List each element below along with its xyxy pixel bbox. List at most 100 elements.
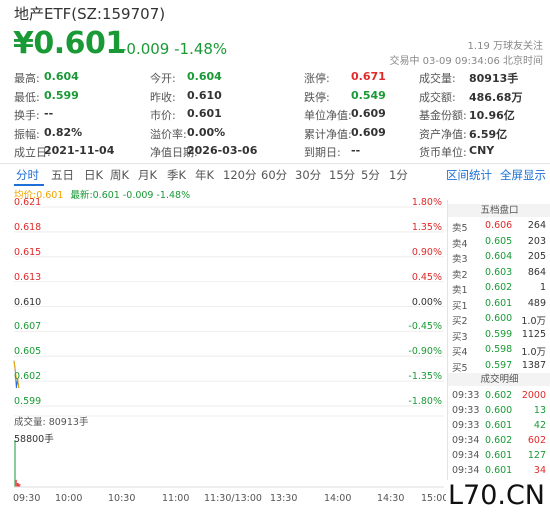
- order-volume: 205: [527, 251, 546, 262]
- y-percent-label: -1.80%: [408, 396, 442, 407]
- trade-row: 09:34 0.602 602: [448, 435, 550, 448]
- tab-divider: [0, 163, 550, 164]
- tab-7[interactable]: 120分: [223, 167, 256, 183]
- order-price: 0.601: [485, 297, 513, 309]
- order-book-row: 卖5 0.606 264: [448, 220, 550, 234]
- tab-6[interactable]: 年K: [195, 167, 214, 183]
- x-tick-label: 14:30: [377, 493, 405, 504]
- active-tab-indicator: [14, 184, 44, 186]
- quote-value: --: [44, 107, 54, 120]
- order-book-row: 买5 0.597 1387: [448, 359, 550, 374]
- trade-volume: 13: [533, 405, 546, 416]
- y-price-label: 0.621: [14, 197, 42, 208]
- order-volume: 864: [527, 266, 546, 278]
- order-book-row: 买3 0.599 1125: [448, 329, 550, 343]
- quote-label: 货币单位:: [419, 146, 467, 159]
- y-percent-label: 0.45%: [411, 271, 442, 283]
- order-volume: 1.0万: [521, 347, 546, 358]
- trade-volume: 34: [533, 465, 546, 476]
- tab-0[interactable]: 分时: [16, 167, 39, 183]
- price-change: -0.009 -1.48%: [121, 40, 228, 58]
- quote-label: 换手:: [14, 109, 40, 122]
- trade-price: 0.602: [485, 435, 513, 446]
- quote-row: 成立日: 2021-11-04 净值日期: 2026-03-06 到期日: -- 货币单位:…: [14, 144, 544, 162]
- fullscreen-link[interactable]: 全屏显示: [500, 167, 546, 183]
- order-level: 卖5: [452, 223, 468, 234]
- trade-time: 09:34: [452, 465, 480, 476]
- interval-stats-link[interactable]: 区间统计: [446, 167, 492, 183]
- order-price: 0.602: [485, 282, 513, 293]
- quote-value: 6.59亿: [469, 127, 508, 141]
- trade-volume: 2000: [521, 390, 546, 401]
- trade-price: 0.602: [485, 390, 513, 401]
- current-price: ¥0.601: [13, 26, 126, 61]
- tab-11[interactable]: 5分: [361, 167, 380, 183]
- tab-10[interactable]: 15分: [329, 167, 355, 183]
- quote-row: 换手: -- 市价: 0.601 单位净值: 0.609 基金份额: 10.96亿: [14, 107, 544, 125]
- quote-value: 0.601: [187, 107, 222, 120]
- quote-value: 0.82%: [44, 125, 83, 139]
- trade-row: 09:33 0.601 42: [448, 420, 550, 433]
- trade-row: 09:34 0.601 127: [448, 450, 550, 463]
- chart-period-tabs: 分时 五日 日K 周K 月K 季K 年K 120分 60分 30分 15分 5分 1分 区间统计 全屏显…: [0, 163, 550, 186]
- tab-4[interactable]: 月K: [138, 167, 157, 183]
- intraday-chart[interactable]: [0, 196, 446, 496]
- y-price-label: 0.599: [14, 396, 42, 407]
- quote-label: 昨收:: [150, 90, 176, 104]
- x-tick-label: 10:00: [55, 493, 83, 504]
- trade-price: 0.601: [485, 420, 513, 431]
- x-tick-label: 11:00: [162, 493, 190, 504]
- trade-volume: 602: [527, 435, 546, 446]
- quote-row: 最低: 0.599 昨收: 0.610 跌停: 0.549 成交额: 486.68万: [14, 89, 544, 107]
- quote-value: 2026-03-06: [187, 144, 258, 157]
- quote-label: 振幅:: [14, 127, 40, 141]
- site-watermark: L70.CN: [445, 480, 547, 511]
- follower-count: 1.19 万球友关注: [467, 41, 543, 52]
- order-volume: 1: [539, 282, 546, 293]
- tab-1[interactable]: 五日: [51, 167, 74, 183]
- quote-value: 0.604: [187, 70, 222, 83]
- order-book-row: 卖2 0.603 864: [448, 266, 550, 281]
- tab-9[interactable]: 30分: [295, 167, 321, 183]
- trade-volume: 42: [533, 420, 546, 431]
- order-volume: 1.0万: [521, 316, 546, 327]
- y-percent-label: 1.35%: [411, 221, 442, 233]
- order-price: 0.606: [485, 220, 513, 231]
- tab-12[interactable]: 1分: [389, 167, 408, 183]
- order-volume: 1387: [521, 359, 546, 371]
- x-tick-label: 15:00: [421, 493, 449, 504]
- quote-label: 市价:: [150, 109, 176, 122]
- quote-label: 成交额:: [419, 90, 456, 104]
- quote-value: 0.671: [351, 70, 386, 83]
- y-percent-label: 0.00%: [411, 296, 442, 308]
- quote-value: 0.610: [187, 88, 222, 102]
- order-book-panel: 五档盘口 卖5 0.606 264 卖4 0.605 203 卖3 0.604 205 卖2 0.6…: [447, 200, 550, 500]
- quote-row: 振幅: 0.82% 溢价率: 0.00% 累计净值: 0.609 资产净值: 6.59亿: [14, 126, 544, 144]
- quote-label: 累计净值:: [304, 127, 352, 141]
- quote-label: 跌停:: [304, 90, 330, 104]
- fund-title: 地产ETF(SZ:159707): [14, 5, 166, 23]
- order-price: 0.604: [485, 251, 513, 262]
- order-book-row: 买1 0.601 489: [448, 297, 550, 312]
- quote-label: 到期日:: [304, 146, 341, 159]
- volume-label: 成交量: 80913手: [14, 417, 89, 428]
- quote-value: 486.68万: [469, 90, 523, 104]
- quote-value: 80913手: [469, 72, 519, 85]
- trading-status: 交易中 03-09 09:34:06 北京时间: [389, 56, 543, 67]
- y-percent-label: -0.45%: [408, 321, 442, 333]
- x-tick-label: 10:30: [108, 493, 136, 504]
- tab-2[interactable]: 日K: [84, 167, 103, 183]
- order-price: 0.603: [485, 266, 513, 278]
- tab-3[interactable]: 周K: [110, 167, 129, 183]
- order-price: 0.605: [485, 235, 513, 247]
- order-price: 0.598: [485, 344, 513, 355]
- x-tick-label: 09:30: [13, 493, 41, 504]
- order-level: 买4: [452, 347, 468, 358]
- tab-8[interactable]: 60分: [261, 167, 287, 183]
- quote-label: 涨停:: [304, 72, 330, 85]
- y-price-label: 0.602: [14, 371, 42, 383]
- order-level: 卖3: [452, 254, 468, 265]
- trade-price: 0.601: [485, 465, 513, 476]
- quote-row: 最高: 0.604 今开: 0.604 涨停: 0.671 成交量: 80913手: [14, 70, 544, 88]
- tab-5[interactable]: 季K: [167, 167, 186, 183]
